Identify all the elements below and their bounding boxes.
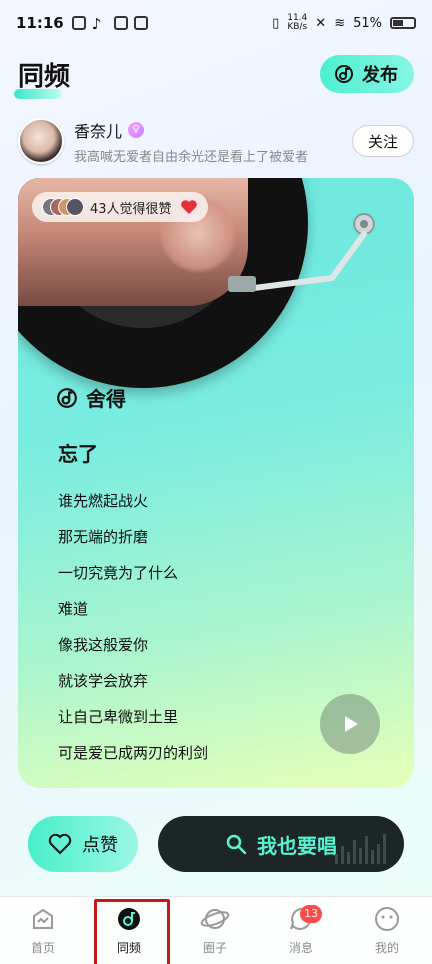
lyric-line: 难道: [58, 600, 89, 618]
wifi-icon: ≋: [334, 15, 346, 31]
nav-label-circle: 圈子: [202, 941, 227, 955]
lyric-line: 那无端的折磨: [58, 528, 149, 546]
status-bar: 11:16 ♪ ▯ 11.4 KB/s ✕ ≋ 51%: [0, 0, 432, 46]
sing-label: 我也要唱: [257, 833, 337, 858]
nav-item-tongpin[interactable]: 同频: [86, 897, 172, 964]
tiktok-icon: ♪: [91, 15, 102, 33]
liker-avatars: [42, 198, 84, 216]
status-right: ▯ 11.4 KB/s ✕ ≋ 51%: [272, 14, 416, 32]
post-author-row: 香奈儿 ♀ 我高喊无爱者自由余光还是看上了被爱者 关注: [0, 116, 432, 166]
song-card[interactable]: 43人觉得很赞 舍得 忘了 谁先燃起战火 那无端的折磨 一切究竟为了什么 难道 …: [18, 178, 414, 788]
nav-item-messages[interactable]: 13 消息: [258, 897, 344, 964]
battery-icon: [390, 17, 416, 29]
planet-icon: [200, 909, 230, 929]
user-info: 香奈儿 ♀ 我高喊无爱者自由余光还是看上了被爱者: [74, 118, 308, 165]
publish-button[interactable]: 发布: [320, 55, 414, 93]
vip-badge-icon: ♀: [128, 121, 145, 138]
user-name-line: 香奈儿 ♀: [74, 118, 308, 142]
follow-button[interactable]: 关注: [352, 125, 414, 157]
heart-icon: [180, 200, 197, 214]
likes-text: 43人觉得很赞: [90, 201, 172, 217]
lyric-line: 可是爱已成两刃的利剑: [58, 744, 209, 762]
avatar[interactable]: [18, 118, 64, 164]
app-notification-icon-3: [133, 16, 148, 30]
music-note-icon: [335, 65, 353, 83]
lyric-line-active: 忘了: [58, 442, 98, 466]
page-title: 同频: [13, 56, 70, 99]
message-count-badge: 13: [300, 904, 322, 923]
vibrate-icon: ▯: [272, 15, 280, 31]
sing-along-button[interactable]: 我也要唱: [158, 816, 404, 872]
header: 同频 发布: [0, 50, 432, 99]
app-notification-icon: [71, 16, 86, 30]
actions-bar: 点赞 我也要唱: [0, 816, 432, 872]
liker-avatar: [66, 198, 84, 216]
lyric-line: 就该学会放弃: [58, 672, 149, 690]
nav-item-circle[interactable]: 圈子: [172, 897, 258, 964]
like-label: 点赞: [82, 835, 118, 856]
status-time: 11:16: [16, 14, 64, 32]
nav-item-profile[interactable]: 我的: [344, 897, 430, 964]
equalizer-decoration: [335, 834, 386, 864]
play-button[interactable]: [320, 694, 380, 754]
play-icon: [345, 716, 358, 732]
nav-item-home[interactable]: 首页: [0, 897, 86, 964]
app-notification-icon-2: [113, 16, 128, 30]
lyric-line: 像我这般爱你: [58, 636, 149, 654]
lyric-line: 谁先燃起战火: [58, 492, 149, 510]
nav-label-home: 首页: [30, 941, 55, 955]
user-subtitle: 我高喊无爱者自由余光还是看上了被爱者: [74, 149, 309, 165]
like-button[interactable]: 点赞: [28, 816, 138, 872]
likes-pill[interactable]: 43人觉得很赞: [32, 192, 208, 222]
heart-outline-icon: [48, 833, 72, 855]
home-icon: [33, 908, 53, 929]
user-name[interactable]: 香奈儿: [74, 118, 122, 142]
nav-label-tongpin: 同频: [116, 941, 141, 955]
profile-icon: [375, 907, 399, 931]
lyric-line: 一切究竟为了什么: [58, 564, 179, 582]
microphone-search-icon: [226, 834, 247, 855]
music-note-icon: [57, 387, 77, 408]
publish-label: 发布: [362, 65, 398, 86]
song-title[interactable]: 舍得: [56, 383, 126, 412]
network-speed: 11.4 KB/s: [287, 13, 308, 32]
song-title-text: 舍得: [86, 387, 126, 411]
lyric-line: 让自己卑微到土里: [58, 708, 179, 726]
battery-percent: 51%: [353, 15, 382, 31]
lyrics: 忘了 谁先燃起战火 那无端的折磨 一切究竟为了什么 难道 像我这般爱你 就该学会…: [58, 438, 358, 771]
nav-label-profile: 我的: [374, 941, 399, 955]
bottom-nav: 首页 同频 圈子 13 消息 我的: [0, 896, 432, 964]
sim-icon: ✕: [315, 15, 327, 31]
music-note-icon: [118, 908, 140, 930]
tonearm: [228, 213, 375, 292]
nav-label-messages: 消息: [288, 941, 313, 955]
